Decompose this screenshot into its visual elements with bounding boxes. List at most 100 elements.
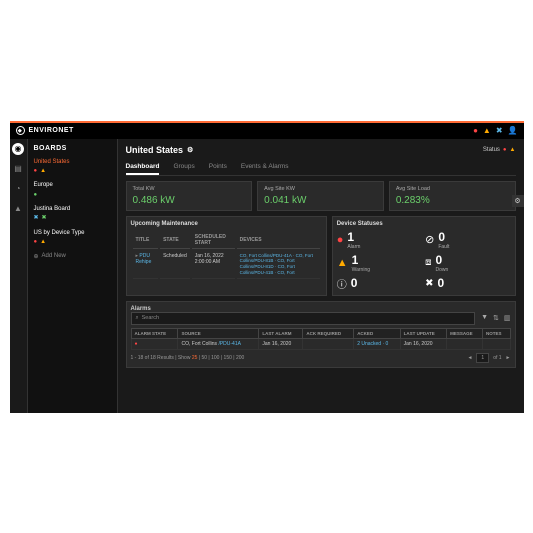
col-last-update: LAST UPDATE: [400, 328, 446, 338]
alarm-icon[interactable]: ●: [473, 126, 478, 135]
col-source: SOURCE: [178, 328, 259, 338]
board-item-europe[interactable]: Europe ●: [34, 181, 111, 199]
warning-icon: ▲: [510, 147, 516, 153]
alarm-icon: ●: [337, 234, 344, 246]
kpi-label: Avg Site KW: [264, 186, 377, 192]
status-maint2[interactable]: ✖0: [425, 276, 510, 291]
filter-icon[interactable]: ▼: [481, 314, 488, 322]
page-total: of 1: [493, 355, 501, 361]
status-fault[interactable]: ⊘0Fault: [425, 230, 510, 250]
brand-text: ENVIRONET: [29, 127, 74, 134]
pager-summary: 1 - 18 of 18 Results | Show: [131, 355, 191, 361]
alarm-source-link[interactable]: /PDU-41A: [218, 341, 241, 347]
panel-title: Device Statuses: [337, 221, 511, 227]
warning-icon: ▲: [337, 257, 348, 269]
table-row[interactable]: ● CO, Fort Collins /PDU-41A Jan 16, 2020…: [131, 338, 510, 349]
warning-icon: ▲: [40, 167, 46, 175]
gear-icon[interactable]: ⚙: [187, 146, 193, 154]
tools-icon: ✖: [42, 214, 47, 222]
alarm-icon: ●: [34, 167, 38, 175]
col-last-alarm: LAST ALARM: [259, 328, 303, 338]
nav-sites-icon[interactable]: ▤: [12, 163, 24, 175]
tabs: Dashboard Groups Points Events & Alarms: [126, 160, 516, 176]
maint-start: Jan 16, 2022 2:00:00 AM: [192, 251, 235, 279]
board-label: Justina Board: [34, 205, 111, 213]
search-placeholder: Search: [142, 315, 159, 321]
board-label: Europe: [34, 181, 111, 189]
user-icon[interactable]: 👤: [508, 126, 518, 135]
nav-alarms-icon[interactable]: ▲: [12, 203, 24, 215]
device-statuses-panel: Device Statuses ●1Alarm ⊘0Fault ▲1Warnin…: [332, 216, 516, 296]
alarm-acked[interactable]: 2 Unacked · 0: [354, 338, 400, 349]
tab-dashboard[interactable]: Dashboard: [126, 160, 160, 175]
alarms-table: ALARM STATE SOURCE LAST ALARM ACK REQUIR…: [131, 328, 511, 350]
alarms-panel: Alarms ⌕ Search ▼ ⇅ ▥ ALARM STATE: [126, 301, 516, 368]
alarm-icon: ●: [135, 341, 138, 347]
kpi-value: 0.486 kW: [133, 195, 246, 206]
tools-icon[interactable]: ✖: [496, 126, 503, 135]
page-current[interactable]: 1: [476, 353, 489, 363]
tools-icon: ✖: [425, 278, 433, 289]
kpi-label: Total KW: [133, 186, 246, 192]
kpi-total-kw: Total KW 0.486 kW: [126, 181, 253, 211]
warning-icon[interactable]: ▲: [483, 126, 491, 135]
brand: ◆ ENVIRONET: [16, 126, 74, 135]
panel-title: Upcoming Maintenance: [131, 221, 322, 227]
pager: 1 - 18 of 18 Results | Show 25 | 50 | 10…: [131, 353, 511, 363]
panel-settings-button[interactable]: ⚙: [512, 195, 524, 207]
maint-devices[interactable]: CO, Fort Collins/PDU-41A · CO, Fort Coll…: [237, 251, 320, 279]
ok-icon: ●: [34, 191, 38, 199]
col-title: TITLE: [133, 232, 159, 249]
plus-icon: ⊕: [34, 253, 39, 260]
col-ack-req: ACK REQUIRED: [303, 328, 354, 338]
tab-groups[interactable]: Groups: [173, 160, 194, 175]
search-input[interactable]: ⌕ Search: [131, 312, 476, 325]
board-item-devtype[interactable]: US by Device Type ●▲: [34, 229, 111, 247]
app-frame: ◆ ENVIRONET ● ▲ ✖ 👤 ◉ ▤ ◔ ▲ BOARDS Unite…: [10, 121, 524, 413]
main-content: United States ⚙ Status ● ▲ Dashboard Gro…: [118, 139, 524, 413]
sidebar: BOARDS United States ●▲ Europe ● Justina…: [28, 139, 118, 413]
pager-sizes[interactable]: | 50 | 100 | 150 | 200: [199, 355, 245, 361]
page-next-icon[interactable]: ►: [506, 355, 511, 361]
status-warning[interactable]: ▲1Warning: [337, 253, 422, 273]
page-title: United States ⚙: [126, 145, 194, 155]
add-new-label: Add New: [42, 253, 66, 259]
alarm-update: Jan 16, 2020: [400, 338, 446, 349]
alarm-icon: ●: [34, 238, 38, 246]
tab-points[interactable]: Points: [209, 160, 227, 175]
page-prev-icon[interactable]: ◄: [467, 355, 472, 361]
nav-boards-icon[interactable]: ◉: [12, 143, 24, 155]
board-label: United States: [34, 158, 111, 166]
kpi-label: Avg Site Load: [396, 186, 509, 192]
pager-size-active[interactable]: 25: [192, 355, 198, 361]
upcoming-maintenance-panel: Upcoming Maintenance TITLE STATE SCHEDUL…: [126, 216, 327, 296]
nav-reports-icon[interactable]: ◔: [12, 183, 24, 195]
board-item-us[interactable]: United States ●▲: [34, 158, 111, 176]
board-item-justina[interactable]: Justina Board ✖✖: [34, 205, 111, 223]
kpi-avg-site-kw: Avg Site KW 0.041 kW: [257, 181, 384, 211]
add-new-button[interactable]: ⊕ Add New: [34, 253, 111, 260]
table-row[interactable]: ▸ PDU Rehipe Scheduled Jan 16, 2022 2:00…: [133, 251, 320, 279]
brand-logo-icon: ◆: [16, 126, 25, 135]
search-icon: ⌕: [136, 315, 139, 322]
kpi-row: Total KW 0.486 kW Avg Site KW 0.041 kW A…: [126, 181, 516, 211]
alarm-icon: ●: [503, 147, 507, 153]
sidebar-title: BOARDS: [34, 145, 111, 152]
col-alarm-state: ALARM STATE: [131, 328, 178, 338]
warning-icon: ▲: [40, 238, 46, 246]
kpi-avg-site-load: Avg Site Load 0.283%: [389, 181, 516, 211]
sort-icon[interactable]: ⇅: [493, 314, 499, 322]
columns-icon[interactable]: ▥: [504, 314, 511, 322]
col-devices: DEVICES: [237, 232, 320, 249]
kpi-value: 0.283%: [396, 195, 509, 206]
maint-title[interactable]: PDU Rehipe: [136, 253, 152, 265]
status-alarm[interactable]: ●1Alarm: [337, 230, 422, 250]
status-down[interactable]: ⧈0Down: [425, 253, 510, 273]
tab-events[interactable]: Events & Alarms: [241, 160, 289, 175]
col-start: SCHEDULED START: [192, 232, 235, 249]
info-icon: ⓘ: [337, 276, 347, 291]
maintenance-table: TITLE STATE SCHEDULED START DEVICES ▸ PD…: [131, 230, 322, 281]
alarm-source: CO, Fort Collins: [181, 341, 217, 347]
status-maint[interactable]: ⓘ0: [337, 276, 422, 291]
maint-state: Scheduled: [160, 251, 190, 279]
